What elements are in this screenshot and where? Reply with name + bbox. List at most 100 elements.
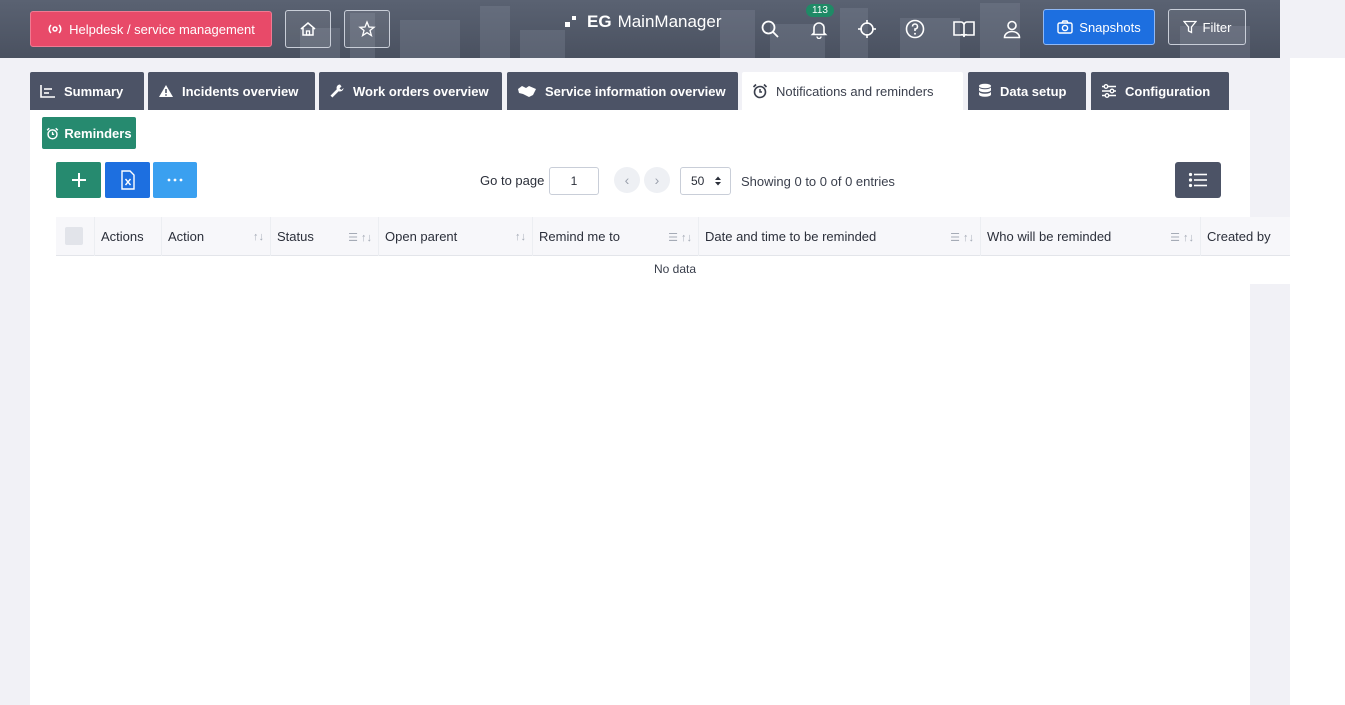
entries-summary: Showing 0 to 0 of 0 entries xyxy=(741,174,895,189)
page-number-input[interactable]: 1 xyxy=(549,167,599,195)
tab-notifications-reminders-label: Notifications and reminders xyxy=(776,83,934,99)
column-label: Action xyxy=(168,229,205,244)
column-label: Who will be reminded xyxy=(987,229,1112,244)
tab-configuration[interactable]: Configuration xyxy=(1091,72,1229,110)
no-data-text: No data xyxy=(653,262,697,276)
help-button[interactable] xyxy=(903,17,927,41)
home-icon xyxy=(300,22,316,36)
chevron-right-icon: › xyxy=(654,172,660,188)
go-to-page-label: Go to page xyxy=(480,173,545,188)
right-side-area xyxy=(1290,58,1345,705)
select-all-checkbox[interactable] xyxy=(65,227,83,245)
ellipsis-icon xyxy=(167,178,183,182)
column-header-remind-me-to[interactable]: Remind me to ☰ ↑↓ xyxy=(532,217,698,256)
column-label: Date and time to be reminded xyxy=(705,229,877,244)
tab-work-orders[interactable]: Work orders overview xyxy=(319,72,502,110)
top-header: Helpdesk / service management EG MainMan… xyxy=(0,0,1280,58)
snapshots-button[interactable]: Snapshots xyxy=(1043,9,1155,45)
alarm-clock-icon xyxy=(47,127,59,140)
next-page-button[interactable]: › xyxy=(644,167,670,193)
tab-data-setup[interactable]: Data setup xyxy=(968,72,1086,110)
column-header-open-parent[interactable]: Open parent ↑↓ xyxy=(378,217,532,256)
tab-incidents-label: Incidents overview xyxy=(182,83,299,99)
database-icon xyxy=(979,83,991,97)
tab-summary[interactable]: Summary xyxy=(30,72,144,110)
home-button[interactable] xyxy=(285,10,331,48)
broadcast-icon xyxy=(48,24,62,34)
crosshair-icon xyxy=(858,20,876,38)
column-header-action[interactable]: Action ↑↓ xyxy=(161,217,270,256)
filter-sort-icon[interactable]: ☰ ↑↓ xyxy=(668,231,692,244)
sliders-icon xyxy=(1102,84,1116,98)
tab-notifications-reminders[interactable]: Notifications and reminders xyxy=(742,72,963,110)
tab-configuration-label: Configuration xyxy=(1125,83,1211,99)
filter-sort-icon[interactable]: ☰ ↑↓ xyxy=(1170,231,1194,244)
funnel-icon xyxy=(1182,20,1197,34)
list-icon xyxy=(1188,172,1207,188)
tab-summary-label: Summary xyxy=(64,83,124,99)
search-button[interactable] xyxy=(758,17,782,41)
sort-icon[interactable]: ↑↓ xyxy=(253,231,264,243)
column-header-status[interactable]: Status ☰ ↑↓ xyxy=(270,217,378,256)
column-header-created-by[interactable]: Created by xyxy=(1200,217,1290,256)
wrench-icon xyxy=(330,84,344,98)
logo-mark-icon xyxy=(565,16,576,27)
location-button[interactable] xyxy=(855,17,879,41)
no-data-message: No data xyxy=(56,262,1345,276)
column-label: Open parent xyxy=(385,229,458,244)
subtab-reminders-label: Reminders xyxy=(64,125,132,141)
warning-icon xyxy=(159,85,173,97)
export-excel-button[interactable] xyxy=(105,162,150,198)
tab-data-setup-label: Data setup xyxy=(1000,83,1067,99)
column-header-actions[interactable]: Actions xyxy=(94,217,161,256)
column-label: Created by xyxy=(1207,229,1271,244)
helpdesk-module-button[interactable]: Helpdesk / service management xyxy=(30,11,272,47)
filter-sort-icon[interactable]: ☰ ↑↓ xyxy=(348,231,372,244)
column-header-who-reminded[interactable]: Who will be reminded ☰ ↑↓ xyxy=(980,217,1200,256)
bell-icon xyxy=(810,22,828,39)
column-label: Remind me to xyxy=(539,229,620,244)
notification-count-badge: 113 xyxy=(806,4,834,17)
add-button[interactable] xyxy=(56,162,101,198)
app-logo: EG MainManager xyxy=(565,12,722,32)
column-header-date-time[interactable]: Date and time to be reminded ☰ ↑↓ xyxy=(698,217,980,256)
column-chooser-button[interactable] xyxy=(1175,162,1221,198)
book-icon xyxy=(953,21,975,38)
user-icon xyxy=(1003,20,1021,39)
logo-prefix: EG xyxy=(587,12,612,31)
alarm-clock-icon xyxy=(752,83,768,99)
more-options-button[interactable] xyxy=(153,162,197,198)
plus-icon xyxy=(71,173,86,187)
page-size-value: 50 xyxy=(691,174,705,188)
documentation-button[interactable] xyxy=(952,17,976,41)
column-label: Actions xyxy=(101,229,144,244)
tab-incidents[interactable]: Incidents overview xyxy=(148,72,315,110)
subtab-reminders[interactable]: Reminders xyxy=(42,117,136,149)
search-icon xyxy=(761,20,779,38)
handshake-icon xyxy=(518,86,536,97)
chart-icon xyxy=(40,85,55,98)
logo-name: MainManager xyxy=(617,12,722,31)
sort-icon[interactable]: ↑↓ xyxy=(515,231,526,243)
excel-icon xyxy=(120,170,135,190)
notifications-button[interactable] xyxy=(807,17,831,41)
previous-page-button[interactable]: ‹ xyxy=(614,167,640,193)
camera-icon xyxy=(1057,20,1073,34)
snapshots-label: Snapshots xyxy=(1079,19,1141,35)
star-icon xyxy=(358,20,376,37)
tab-work-orders-label: Work orders overview xyxy=(353,83,489,99)
column-label: Status xyxy=(277,229,314,244)
filter-button[interactable]: Filter xyxy=(1168,9,1246,45)
chevron-left-icon: ‹ xyxy=(624,172,630,188)
tab-service-information[interactable]: Service information overview xyxy=(507,72,738,110)
filter-label: Filter xyxy=(1202,19,1232,35)
sort-updown-icon xyxy=(715,176,722,186)
help-icon xyxy=(905,19,925,39)
table-header: Actions Action ↑↓ Status ☰ ↑↓ Open paren… xyxy=(56,217,1290,256)
user-profile-button[interactable] xyxy=(1000,17,1024,41)
page-size-select[interactable]: 50 xyxy=(680,167,731,195)
favorites-button[interactable] xyxy=(344,10,390,48)
helpdesk-label: Helpdesk / service management xyxy=(69,21,255,37)
filter-sort-icon[interactable]: ☰ ↑↓ xyxy=(950,231,974,244)
tab-service-information-label: Service information overview xyxy=(545,83,726,99)
